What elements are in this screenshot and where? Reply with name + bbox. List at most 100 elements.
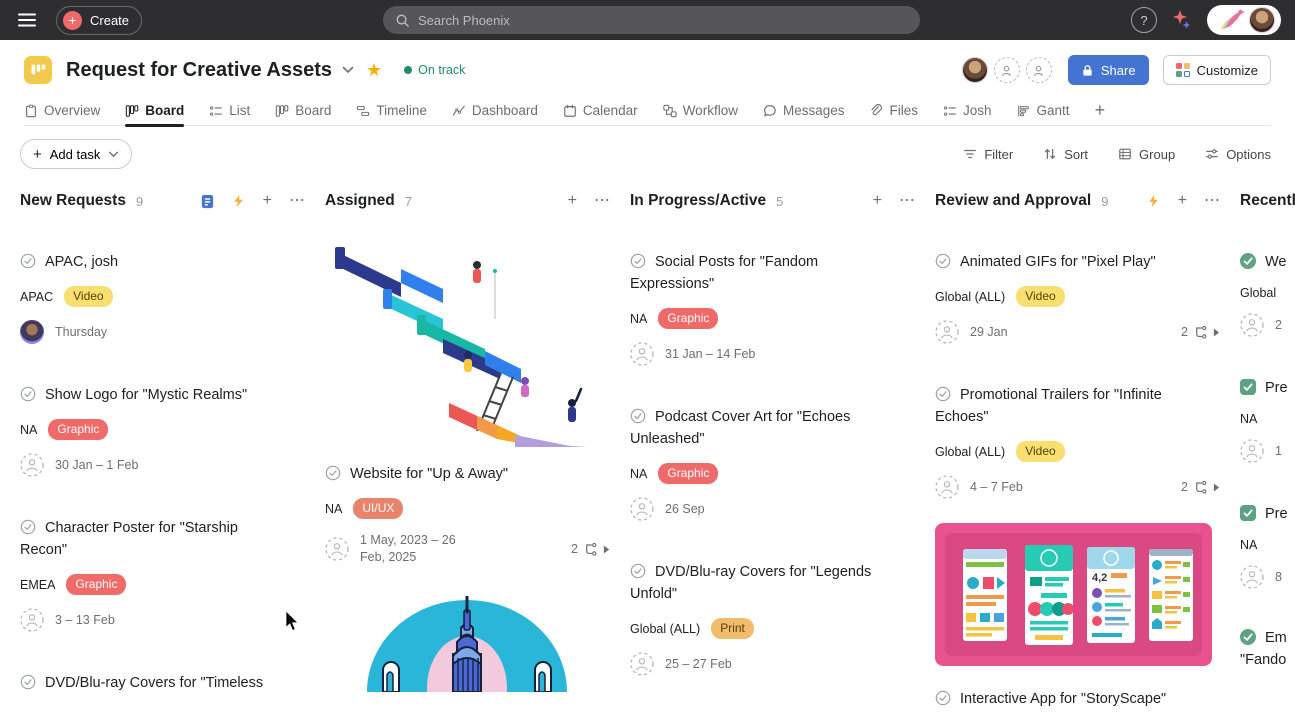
check-circle-icon[interactable] — [325, 465, 341, 481]
tab-calendar[interactable]: Calendar — [563, 96, 638, 126]
options-button[interactable]: Options — [1205, 147, 1271, 162]
field-value: APAC — [20, 290, 53, 304]
rule-bolt-icon[interactable] — [1147, 194, 1161, 208]
assignee-placeholder-icon[interactable] — [935, 475, 959, 499]
due-date: 8 — [1275, 570, 1282, 584]
check-circle-icon[interactable] — [630, 253, 646, 269]
tab-timeline[interactable]: Timeline — [356, 96, 427, 126]
subtask-indicator[interactable]: 2 — [571, 542, 610, 557]
ai-sparkles-icon[interactable] — [1171, 9, 1193, 31]
tab-gantt[interactable]: Gantt — [1017, 96, 1070, 126]
chevron-down-icon[interactable] — [342, 66, 354, 74]
create-button[interactable]: + Create — [56, 6, 142, 35]
hamburger-menu-icon[interactable] — [14, 7, 40, 33]
column-title[interactable]: Recently — [1240, 192, 1295, 210]
column-title[interactable]: In Progress/Active — [630, 192, 766, 210]
column-title[interactable]: Assigned — [325, 192, 395, 210]
check-done-icon[interactable] — [1240, 253, 1256, 269]
check-circle-icon[interactable] — [630, 563, 646, 579]
tab-board-2[interactable]: Board — [275, 96, 331, 126]
column-more-icon[interactable]: ⋯ — [594, 193, 610, 209]
card-cover-illustration[interactable] — [325, 596, 610, 692]
task-card[interactable]: DVD/Blu-ray Covers for "Timeless — [20, 672, 305, 694]
assignee-placeholder-icon[interactable] — [20, 608, 44, 632]
status-badge[interactable]: On track — [404, 63, 465, 77]
invite-avatar-placeholder[interactable] — [1026, 57, 1052, 83]
tab-workflow[interactable]: Workflow — [663, 96, 738, 126]
column-more-icon[interactable]: ⋯ — [899, 193, 915, 209]
task-card[interactable]: We Global 2 — [1240, 251, 1295, 337]
check-circle-icon[interactable] — [935, 690, 951, 706]
add-view-button[interactable]: + — [1095, 96, 1106, 126]
plus-icon: + — [63, 11, 82, 30]
filter-button[interactable]: Filter — [963, 147, 1013, 162]
task-card[interactable]: Character Poster for "Starship Recon" EM… — [20, 517, 305, 632]
task-card[interactable]: APAC, josh APACVideo Thursday — [20, 251, 305, 344]
assignee-placeholder-icon[interactable] — [20, 453, 44, 477]
member-avatar[interactable] — [962, 57, 988, 83]
card-cover-image[interactable]: 4,2 — [935, 523, 1212, 666]
assignee-placeholder-icon[interactable] — [935, 320, 959, 344]
group-button[interactable]: Group — [1118, 147, 1175, 162]
assignee-placeholder-icon[interactable] — [1240, 439, 1264, 463]
customize-button[interactable]: Customize — [1163, 55, 1271, 85]
assignee-placeholder-icon[interactable] — [630, 652, 654, 676]
add-card-button[interactable]: + — [263, 193, 272, 209]
column-more-icon[interactable]: ⋯ — [1204, 193, 1220, 209]
tab-list[interactable]: List — [209, 96, 250, 126]
task-card[interactable]: Pre NA 8 — [1240, 503, 1295, 589]
task-card[interactable]: Pre NA 1 — [1240, 377, 1295, 463]
favorite-star-icon[interactable]: ★ — [366, 61, 382, 79]
sort-button[interactable]: Sort — [1043, 147, 1088, 162]
task-card[interactable]: Show Logo for "Mystic Realms" NAGraphic … — [20, 384, 305, 477]
task-card[interactable]: Promotional Trailers for "Infinite Echoe… — [935, 384, 1220, 499]
check-circle-icon[interactable] — [20, 519, 36, 535]
form-icon[interactable] — [200, 194, 215, 209]
rule-bolt-icon[interactable] — [232, 194, 246, 208]
add-card-button[interactable]: + — [568, 193, 577, 209]
tab-messages[interactable]: Messages — [763, 96, 845, 126]
check-circle-icon[interactable] — [935, 386, 951, 402]
check-done-icon[interactable] — [1240, 629, 1256, 645]
tab-overview[interactable]: Overview — [24, 96, 100, 126]
assignee-placeholder-icon[interactable] — [630, 342, 654, 366]
tab-dashboard[interactable]: Dashboard — [452, 96, 538, 126]
project-icon[interactable] — [24, 56, 52, 84]
assignee-placeholder-icon[interactable] — [1240, 313, 1264, 337]
tab-josh[interactable]: Josh — [943, 96, 992, 126]
check-circle-icon[interactable] — [935, 253, 951, 269]
help-button[interactable]: ? — [1131, 7, 1157, 33]
add-card-button[interactable]: + — [873, 193, 882, 209]
task-card[interactable]: Interactive App for "StoryScape" — [935, 688, 1220, 710]
check-circle-icon[interactable] — [20, 386, 36, 402]
task-card[interactable]: Em "Fando — [1240, 627, 1295, 671]
assignee-placeholder-icon[interactable] — [1240, 565, 1264, 589]
tab-board-active[interactable]: Board — [125, 96, 184, 126]
task-card[interactable]: Website for "Up & Away" NAUI/UX 1 May, 2… — [325, 463, 610, 566]
checkbox-done-icon[interactable] — [1240, 505, 1256, 521]
checkbox-done-icon[interactable] — [1240, 379, 1256, 395]
column-title[interactable]: Review and Approval — [935, 192, 1091, 210]
subtask-indicator[interactable]: 2 — [1181, 480, 1220, 495]
add-card-button[interactable]: + — [1178, 193, 1187, 209]
task-card[interactable]: DVD/Blu-ray Covers for "Legends Unfold" … — [630, 561, 915, 676]
search-input[interactable]: Search Phoenix — [383, 6, 920, 34]
tab-files[interactable]: Files — [869, 96, 918, 126]
task-card[interactable]: Podcast Cover Art for "Echoes Unleashed"… — [630, 406, 915, 521]
task-card[interactable]: Animated GIFs for "Pixel Play" Global (A… — [935, 251, 1220, 344]
column-title[interactable]: New Requests — [20, 192, 126, 210]
assignee-avatar[interactable] — [20, 320, 44, 344]
subtask-indicator[interactable]: 2 — [1181, 325, 1220, 340]
share-button[interactable]: Share — [1068, 55, 1149, 85]
check-circle-icon[interactable] — [630, 408, 646, 424]
task-card[interactable]: Social Posts for "Fandom Expressions" NA… — [630, 251, 915, 366]
assignee-placeholder-icon[interactable] — [325, 537, 349, 561]
check-circle-icon[interactable] — [20, 253, 36, 269]
profile-pill[interactable] — [1207, 5, 1281, 35]
check-circle-icon[interactable] — [20, 674, 36, 690]
add-task-button[interactable]: + Add task — [20, 139, 132, 169]
assignee-placeholder-icon[interactable] — [630, 497, 654, 521]
column-more-icon[interactable]: ⋯ — [289, 193, 305, 209]
invite-avatar-placeholder[interactable] — [994, 57, 1020, 83]
card-cover-illustration[interactable] — [325, 235, 610, 447]
